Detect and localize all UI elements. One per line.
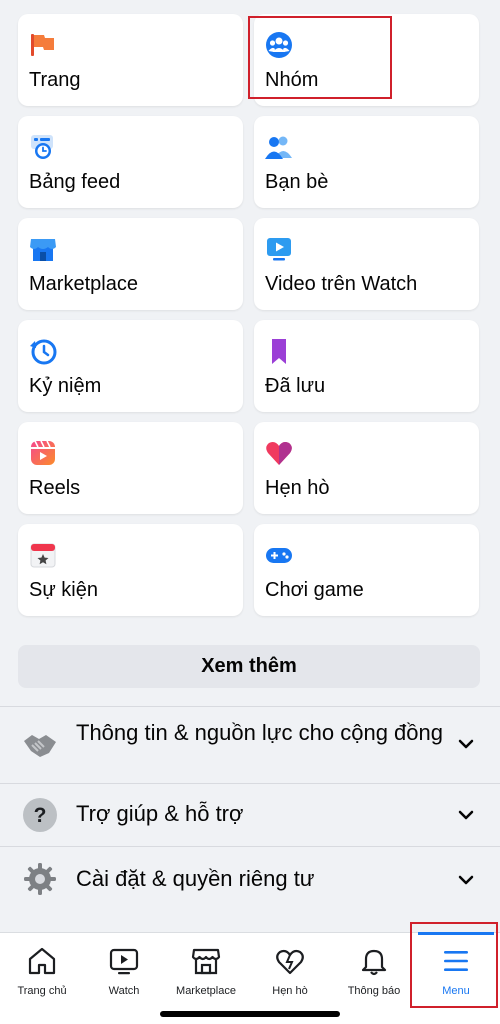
tab-dating[interactable]: Hẹn hò [248, 933, 332, 1003]
marketplace-store-icon [30, 239, 56, 261]
section-community-resources[interactable]: Thông tin & nguồn lực cho cộng đồng [0, 707, 500, 783]
home-indicator [160, 1011, 340, 1017]
shortcut-label: Trang [29, 69, 81, 91]
marketplace-icon [191, 948, 221, 975]
shortcut-label: Video trên Watch [265, 273, 418, 295]
shortcut-label: Nhóm [265, 69, 319, 91]
shortcut-label: Bảng feed [29, 171, 121, 193]
tab-label: Thông báo [347, 985, 401, 997]
flag-icon [31, 34, 54, 56]
shortcut-pages[interactable]: Trang [18, 14, 243, 106]
watch-icon [109, 948, 139, 975]
tab-label: Trang chủ [17, 985, 67, 997]
shortcut-label: Đã lưu [265, 375, 326, 397]
memories-clock-icon [30, 339, 57, 365]
shortcut-label: Hẹn hò [265, 477, 330, 499]
shortcut-reels[interactable]: Reels [18, 422, 243, 514]
dating-heart-icon [276, 949, 304, 975]
section-help-support[interactable]: ? Trợ giúp & hỗ trợ [0, 784, 500, 846]
shortcut-label: Sự kiện [29, 579, 98, 601]
handshake-icon [24, 735, 56, 757]
section-settings-privacy[interactable]: Cài đặt & quyền riêng tư [0, 847, 500, 911]
shortcut-feeds[interactable]: Bảng feed [18, 116, 243, 208]
tab-label: Marketplace [176, 985, 236, 997]
heart-icon [266, 442, 292, 465]
reels-icon [31, 440, 55, 465]
see-more-button[interactable]: Xem thêm [18, 645, 480, 688]
tab-label: Watch [108, 985, 140, 997]
shortcut-gaming[interactable]: Chơi game [254, 524, 479, 616]
shortcut-label: Kỷ niệm [29, 375, 102, 397]
shortcut-label: Reels [29, 477, 81, 499]
calendar-star-icon [30, 543, 56, 568]
tab-notifications[interactable]: Thông báo [332, 933, 416, 1003]
shortcut-dating[interactable]: Hẹn hò [254, 422, 479, 514]
shortcut-memories[interactable]: Kỷ niệm [18, 320, 243, 412]
shortcuts-grid: Trang Nhóm Bảng feed Bạn bè Marketplace … [18, 14, 480, 616]
friends-icon [265, 136, 292, 159]
section-label: Trợ giúp & hỗ trợ [76, 801, 244, 826]
tab-watch[interactable]: Watch [82, 933, 166, 1003]
video-play-icon [267, 238, 291, 261]
chevron-down-icon [458, 875, 474, 885]
shortcut-friends[interactable]: Bạn bè [254, 116, 479, 208]
shortcut-marketplace[interactable]: Marketplace [18, 218, 243, 310]
tab-label: Hẹn hò [272, 985, 308, 997]
question-icon: ? [23, 798, 57, 832]
shortcut-groups[interactable]: Nhóm [254, 14, 479, 106]
shortcut-saved[interactable]: Đã lưu [254, 320, 479, 412]
shortcut-label: Marketplace [29, 273, 138, 295]
tab-marketplace[interactable]: Marketplace [164, 933, 248, 1003]
feed-clock-icon [31, 135, 53, 159]
gear-icon [24, 863, 56, 895]
section-label: Cài đặt & quyền riêng tư [76, 866, 315, 891]
section-label: Thông tin & nguồn lực cho cộng đồng [76, 720, 443, 745]
home-icon [28, 947, 56, 975]
tab-home[interactable]: Trang chủ [0, 933, 84, 1003]
chevron-down-icon [458, 810, 474, 820]
shortcut-label: Chơi game [265, 579, 364, 601]
gamepad-icon [266, 548, 292, 563]
bell-icon [361, 949, 387, 976]
shortcut-watch[interactable]: Video trên Watch [254, 218, 479, 310]
shortcut-events[interactable]: Sự kiện [18, 524, 243, 616]
bookmark-icon [272, 339, 286, 364]
groups-icon [266, 32, 292, 58]
chevron-down-icon [458, 739, 474, 749]
svg-text:?: ? [34, 804, 47, 827]
menu-highlight-box [410, 922, 498, 1008]
shortcut-label: Bạn bè [265, 171, 329, 193]
